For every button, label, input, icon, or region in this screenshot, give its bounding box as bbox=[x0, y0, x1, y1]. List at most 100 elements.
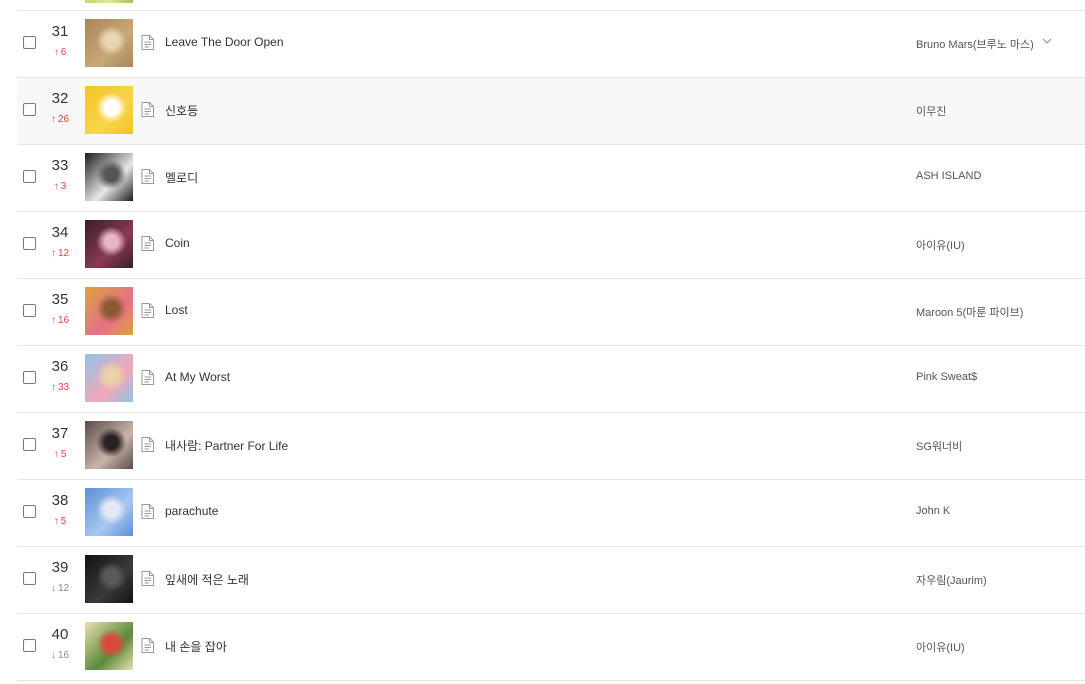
rank-number: 31 bbox=[51, 23, 69, 40]
arrow-up-icon: ↑ bbox=[53, 47, 59, 58]
artist-name-link[interactable]: 아이유(IU) bbox=[916, 639, 965, 655]
rank-number: 39 bbox=[51, 559, 69, 576]
select-checkbox[interactable] bbox=[23, 103, 36, 116]
album-art[interactable] bbox=[85, 220, 133, 268]
document-icon[interactable] bbox=[141, 169, 154, 184]
chart-row[interactable]: 40 ↓ 16 내 손을 잡아 아이유(IU) bbox=[17, 614, 1085, 681]
document-icon[interactable] bbox=[141, 638, 154, 653]
rank-change-value: 16 bbox=[57, 650, 70, 661]
song-title-link[interactable]: 내사람: Partner For Life bbox=[165, 437, 288, 454]
rank-change-value: 3 bbox=[60, 181, 67, 192]
song-title-link[interactable]: Lost bbox=[165, 303, 188, 317]
rank-number: 40 bbox=[51, 626, 69, 643]
album-art[interactable] bbox=[85, 287, 133, 335]
select-checkbox[interactable] bbox=[23, 572, 36, 585]
rank-change-value: 26 bbox=[57, 114, 70, 125]
album-art[interactable] bbox=[85, 153, 133, 201]
song-title-link[interactable]: parachute bbox=[165, 504, 218, 518]
arrow-up-icon: ↑ bbox=[53, 516, 59, 527]
chart-row[interactable]: 34 ↑ 12 Coin 아이유(IU) bbox=[17, 212, 1085, 279]
document-icon[interactable] bbox=[141, 236, 154, 251]
rank-change: ↑ 6 bbox=[45, 47, 75, 58]
rank-change-value: 6 bbox=[60, 47, 67, 58]
arrow-up-icon: ↑ bbox=[53, 449, 59, 460]
rank-change: ↑ 12 bbox=[45, 248, 75, 259]
document-icon[interactable] bbox=[141, 571, 154, 586]
artist-name-link[interactable]: 아이유(IU) bbox=[916, 237, 965, 253]
document-icon[interactable] bbox=[141, 35, 154, 50]
artist-name-link[interactable]: Bruno Mars(브루노 마스) bbox=[916, 36, 1034, 52]
rank-change: ↑ 26 bbox=[45, 114, 75, 125]
select-checkbox[interactable] bbox=[23, 438, 36, 451]
arrow-up-icon: ↑ bbox=[50, 382, 56, 393]
document-icon[interactable] bbox=[141, 370, 154, 385]
document-icon[interactable] bbox=[141, 303, 154, 318]
album-art[interactable] bbox=[85, 19, 133, 67]
rank-change-value: 33 bbox=[57, 382, 70, 393]
artist-name-link[interactable]: Pink Sweat$ bbox=[916, 371, 977, 383]
song-title-link[interactable]: Leave The Door Open bbox=[165, 35, 284, 49]
chart-list: 31 ↑ 6 Leave The Door Open Bruno Mars(브루노 마스… bbox=[17, 11, 1085, 681]
rank-change: ↑ 33 bbox=[45, 382, 75, 393]
arrow-down-icon: ↓ bbox=[50, 583, 56, 594]
arrow-up-icon: ↑ bbox=[50, 248, 56, 259]
select-checkbox[interactable] bbox=[23, 639, 36, 652]
select-checkbox[interactable] bbox=[23, 304, 36, 317]
chart-row[interactable]: 39 ↓ 12 잎새에 적은 노래 자우림(Jaurim) bbox=[17, 547, 1085, 614]
document-icon[interactable] bbox=[141, 504, 154, 519]
rank-change: ↑ 16 bbox=[45, 315, 75, 326]
song-title-link[interactable]: At My Worst bbox=[165, 370, 230, 384]
artist-name-link[interactable]: John K bbox=[916, 505, 950, 517]
album-art[interactable] bbox=[85, 421, 133, 469]
document-icon[interactable] bbox=[141, 102, 154, 117]
rank-number: 32 bbox=[51, 90, 69, 107]
song-title-link[interactable]: 신호등 bbox=[165, 102, 198, 119]
select-checkbox[interactable] bbox=[23, 505, 36, 518]
arrow-up-icon: ↑ bbox=[50, 114, 56, 125]
rank-change-value: 5 bbox=[60, 449, 67, 460]
album-art[interactable] bbox=[85, 86, 133, 134]
artist-name-link[interactable]: SG워너비 bbox=[916, 438, 962, 454]
chart-row[interactable]: 38 ↑ 5 parachute John K bbox=[17, 480, 1085, 547]
rank-change: ↓ 16 bbox=[45, 650, 75, 661]
rank-number: 34 bbox=[51, 224, 69, 241]
song-title-link[interactable]: Coin bbox=[165, 236, 190, 250]
artist-name-link[interactable]: Maroon 5(마룬 파이브) bbox=[916, 304, 1023, 320]
rank-number: 38 bbox=[51, 492, 69, 509]
rank-change: ↑ 5 bbox=[45, 516, 75, 527]
chart-row[interactable]: 32 ↑ 26 신호등 이무진 bbox=[17, 78, 1085, 145]
document-icon[interactable] bbox=[141, 437, 154, 452]
rank-change: ↑ 5 bbox=[45, 449, 75, 460]
song-title-link[interactable]: 잎새에 적은 노래 bbox=[165, 571, 249, 588]
song-title-link[interactable]: 내 손을 잡아 bbox=[165, 638, 227, 655]
album-art[interactable] bbox=[85, 555, 133, 603]
album-art[interactable] bbox=[85, 622, 133, 670]
chart-row[interactable]: 31 ↑ 6 Leave The Door Open Bruno Mars(브루노 마스… bbox=[17, 11, 1085, 78]
chart-row[interactable]: 33 ↑ 3 멜로디 ASH ISLAND bbox=[17, 145, 1085, 212]
artist-name-link[interactable]: 자우림(Jaurim) bbox=[916, 572, 987, 588]
chart-row[interactable]: 35 ↑ 16 Lost Maroon 5(마룬 파이브) bbox=[17, 279, 1085, 346]
chart-row[interactable]: 36 ↑ 33 At My Worst Pink Sweat$ bbox=[17, 346, 1085, 413]
album-art[interactable] bbox=[85, 354, 133, 402]
arrow-up-icon: ↑ bbox=[50, 315, 56, 326]
rank-change-value: 12 bbox=[57, 583, 70, 594]
rank-number: 37 bbox=[51, 425, 69, 442]
rank-number: 35 bbox=[51, 291, 69, 308]
artist-name-link[interactable]: ASH ISLAND bbox=[916, 170, 981, 182]
select-checkbox[interactable] bbox=[23, 36, 36, 49]
select-checkbox[interactable] bbox=[23, 170, 36, 183]
select-checkbox[interactable] bbox=[23, 237, 36, 250]
artist-name-link[interactable]: 이무진 bbox=[916, 103, 946, 119]
rank-number: 36 bbox=[51, 358, 69, 375]
previous-album-art-edge bbox=[85, 0, 133, 3]
rank-change-value: 16 bbox=[57, 315, 70, 326]
chart-row[interactable]: 37 ↑ 5 내사람: Partner For Life SG워너비 bbox=[17, 413, 1085, 480]
select-checkbox[interactable] bbox=[23, 371, 36, 384]
chevron-down-icon[interactable] bbox=[1042, 37, 1052, 45]
rank-change-value: 12 bbox=[57, 248, 70, 259]
album-art[interactable] bbox=[85, 488, 133, 536]
arrow-down-icon: ↓ bbox=[50, 650, 56, 661]
arrow-up-icon: ↑ bbox=[53, 181, 59, 192]
rank-change-value: 5 bbox=[60, 516, 67, 527]
song-title-link[interactable]: 멜로디 bbox=[165, 169, 198, 186]
